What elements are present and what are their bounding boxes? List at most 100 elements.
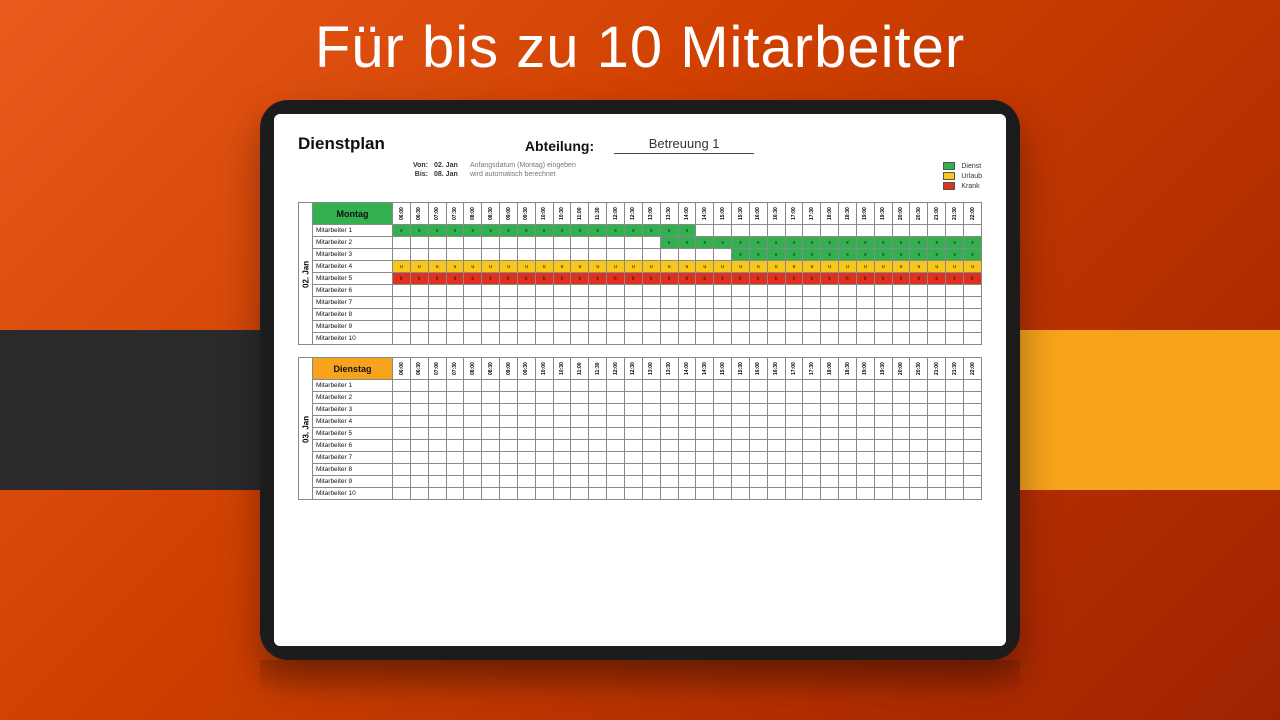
schedule-cell[interactable] xyxy=(892,333,910,345)
schedule-cell[interactable] xyxy=(785,428,803,440)
schedule-cell[interactable] xyxy=(500,380,518,392)
schedule-cell[interactable] xyxy=(892,380,910,392)
schedule-cell[interactable] xyxy=(428,404,446,416)
schedule-cell[interactable] xyxy=(607,488,625,500)
schedule-cell[interactable] xyxy=(785,464,803,476)
schedule-cell[interactable] xyxy=(517,416,535,428)
schedule-cell[interactable] xyxy=(856,404,874,416)
schedule-cell[interactable]: x xyxy=(660,225,678,237)
schedule-cell[interactable] xyxy=(732,297,750,309)
schedule-cell[interactable] xyxy=(821,476,839,488)
schedule-cell[interactable] xyxy=(856,285,874,297)
schedule-cell[interactable] xyxy=(767,416,785,428)
schedule-cell[interactable] xyxy=(928,309,946,321)
schedule-cell[interactable] xyxy=(696,309,714,321)
schedule-cell[interactable]: x xyxy=(732,249,750,261)
schedule-cell[interactable] xyxy=(892,476,910,488)
schedule-cell[interactable] xyxy=(928,321,946,333)
schedule-cell[interactable] xyxy=(749,392,767,404)
schedule-cell[interactable] xyxy=(571,249,589,261)
schedule-cell[interactable]: x xyxy=(553,225,571,237)
schedule-cell[interactable]: k xyxy=(803,273,821,285)
schedule-cell[interactable]: u xyxy=(732,261,750,273)
schedule-cell[interactable] xyxy=(589,321,607,333)
schedule-cell[interactable] xyxy=(839,452,857,464)
schedule-cell[interactable] xyxy=(874,440,892,452)
schedule-cell[interactable] xyxy=(571,333,589,345)
schedule-cell[interactable] xyxy=(589,428,607,440)
schedule-cell[interactable]: k xyxy=(732,273,750,285)
schedule-cell[interactable] xyxy=(678,309,696,321)
schedule-cell[interactable] xyxy=(678,297,696,309)
schedule-cell[interactable] xyxy=(624,452,642,464)
schedule-cell[interactable] xyxy=(767,392,785,404)
schedule-cell[interactable] xyxy=(393,297,411,309)
schedule-cell[interactable] xyxy=(393,321,411,333)
schedule-cell[interactable] xyxy=(821,404,839,416)
schedule-cell[interactable] xyxy=(856,416,874,428)
schedule-cell[interactable] xyxy=(785,440,803,452)
schedule-cell[interactable]: u xyxy=(946,261,964,273)
schedule-cell[interactable] xyxy=(696,285,714,297)
schedule-cell[interactable] xyxy=(517,440,535,452)
schedule-cell[interactable] xyxy=(964,404,982,416)
schedule-cell[interactable] xyxy=(856,333,874,345)
schedule-cell[interactable] xyxy=(517,452,535,464)
schedule-cell[interactable] xyxy=(696,333,714,345)
schedule-cell[interactable] xyxy=(767,285,785,297)
schedule-cell[interactable] xyxy=(874,452,892,464)
schedule-cell[interactable] xyxy=(624,488,642,500)
schedule-cell[interactable] xyxy=(910,392,928,404)
schedule-cell[interactable]: u xyxy=(874,261,892,273)
schedule-cell[interactable] xyxy=(571,297,589,309)
schedule-cell[interactable] xyxy=(696,428,714,440)
schedule-cell[interactable] xyxy=(839,333,857,345)
schedule-cell[interactable] xyxy=(410,392,428,404)
schedule-cell[interactable]: x xyxy=(803,249,821,261)
schedule-cell[interactable]: u xyxy=(535,261,553,273)
schedule-cell[interactable]: x xyxy=(964,249,982,261)
schedule-cell[interactable] xyxy=(517,488,535,500)
schedule-cell[interactable] xyxy=(678,488,696,500)
schedule-cell[interactable] xyxy=(464,249,482,261)
schedule-cell[interactable] xyxy=(678,440,696,452)
schedule-cell[interactable] xyxy=(678,416,696,428)
schedule-cell[interactable] xyxy=(446,392,464,404)
schedule-cell[interactable]: x xyxy=(767,237,785,249)
schedule-cell[interactable] xyxy=(678,428,696,440)
schedule-cell[interactable] xyxy=(732,392,750,404)
schedule-cell[interactable] xyxy=(892,285,910,297)
schedule-cell[interactable] xyxy=(714,321,732,333)
schedule-cell[interactable]: x xyxy=(571,225,589,237)
schedule-cell[interactable] xyxy=(821,488,839,500)
schedule-cell[interactable] xyxy=(500,237,518,249)
schedule-cell[interactable]: x xyxy=(964,237,982,249)
schedule-cell[interactable] xyxy=(749,404,767,416)
schedule-cell[interactable] xyxy=(500,297,518,309)
schedule-cell[interactable] xyxy=(464,392,482,404)
schedule-cell[interactable]: x xyxy=(642,225,660,237)
schedule-cell[interactable] xyxy=(464,476,482,488)
schedule-cell[interactable] xyxy=(660,333,678,345)
schedule-cell[interactable] xyxy=(500,416,518,428)
schedule-cell[interactable] xyxy=(410,297,428,309)
schedule-cell[interactable] xyxy=(749,464,767,476)
schedule-cell[interactable] xyxy=(732,285,750,297)
schedule-cell[interactable] xyxy=(856,297,874,309)
schedule-cell[interactable] xyxy=(624,392,642,404)
schedule-cell[interactable] xyxy=(482,488,500,500)
schedule-cell[interactable] xyxy=(589,404,607,416)
schedule-cell[interactable]: k xyxy=(696,273,714,285)
schedule-cell[interactable] xyxy=(410,309,428,321)
schedule-cell[interactable] xyxy=(642,488,660,500)
schedule-cell[interactable] xyxy=(589,464,607,476)
schedule-cell[interactable] xyxy=(714,416,732,428)
schedule-cell[interactable] xyxy=(678,380,696,392)
schedule-cell[interactable] xyxy=(624,416,642,428)
schedule-cell[interactable] xyxy=(678,464,696,476)
schedule-cell[interactable] xyxy=(571,309,589,321)
schedule-cell[interactable]: k xyxy=(660,273,678,285)
schedule-cell[interactable] xyxy=(660,452,678,464)
schedule-cell[interactable] xyxy=(892,309,910,321)
schedule-cell[interactable] xyxy=(660,309,678,321)
